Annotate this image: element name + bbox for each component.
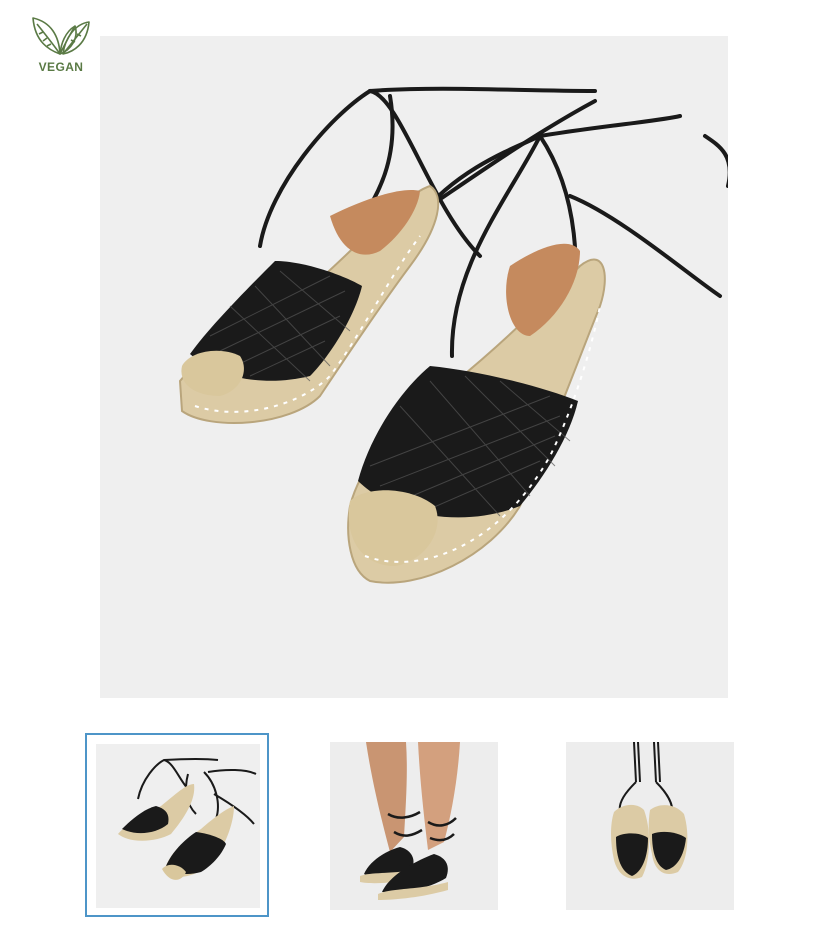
espadrille-pair-thumbnail xyxy=(96,744,260,908)
espadrille-worn-thumbnail xyxy=(330,742,498,910)
espadrille-sandals-image xyxy=(100,36,728,698)
thumbnail-2[interactable] xyxy=(330,742,498,910)
main-product-image[interactable] xyxy=(100,36,728,698)
leaves-icon xyxy=(32,17,90,55)
thumbnail-3[interactable] xyxy=(566,742,734,910)
thumbnail-1[interactable] xyxy=(96,744,260,908)
espadrille-hanging-thumbnail xyxy=(566,742,734,910)
vegan-label: VEGAN xyxy=(38,60,84,74)
vegan-badge: VEGAN xyxy=(26,14,96,80)
